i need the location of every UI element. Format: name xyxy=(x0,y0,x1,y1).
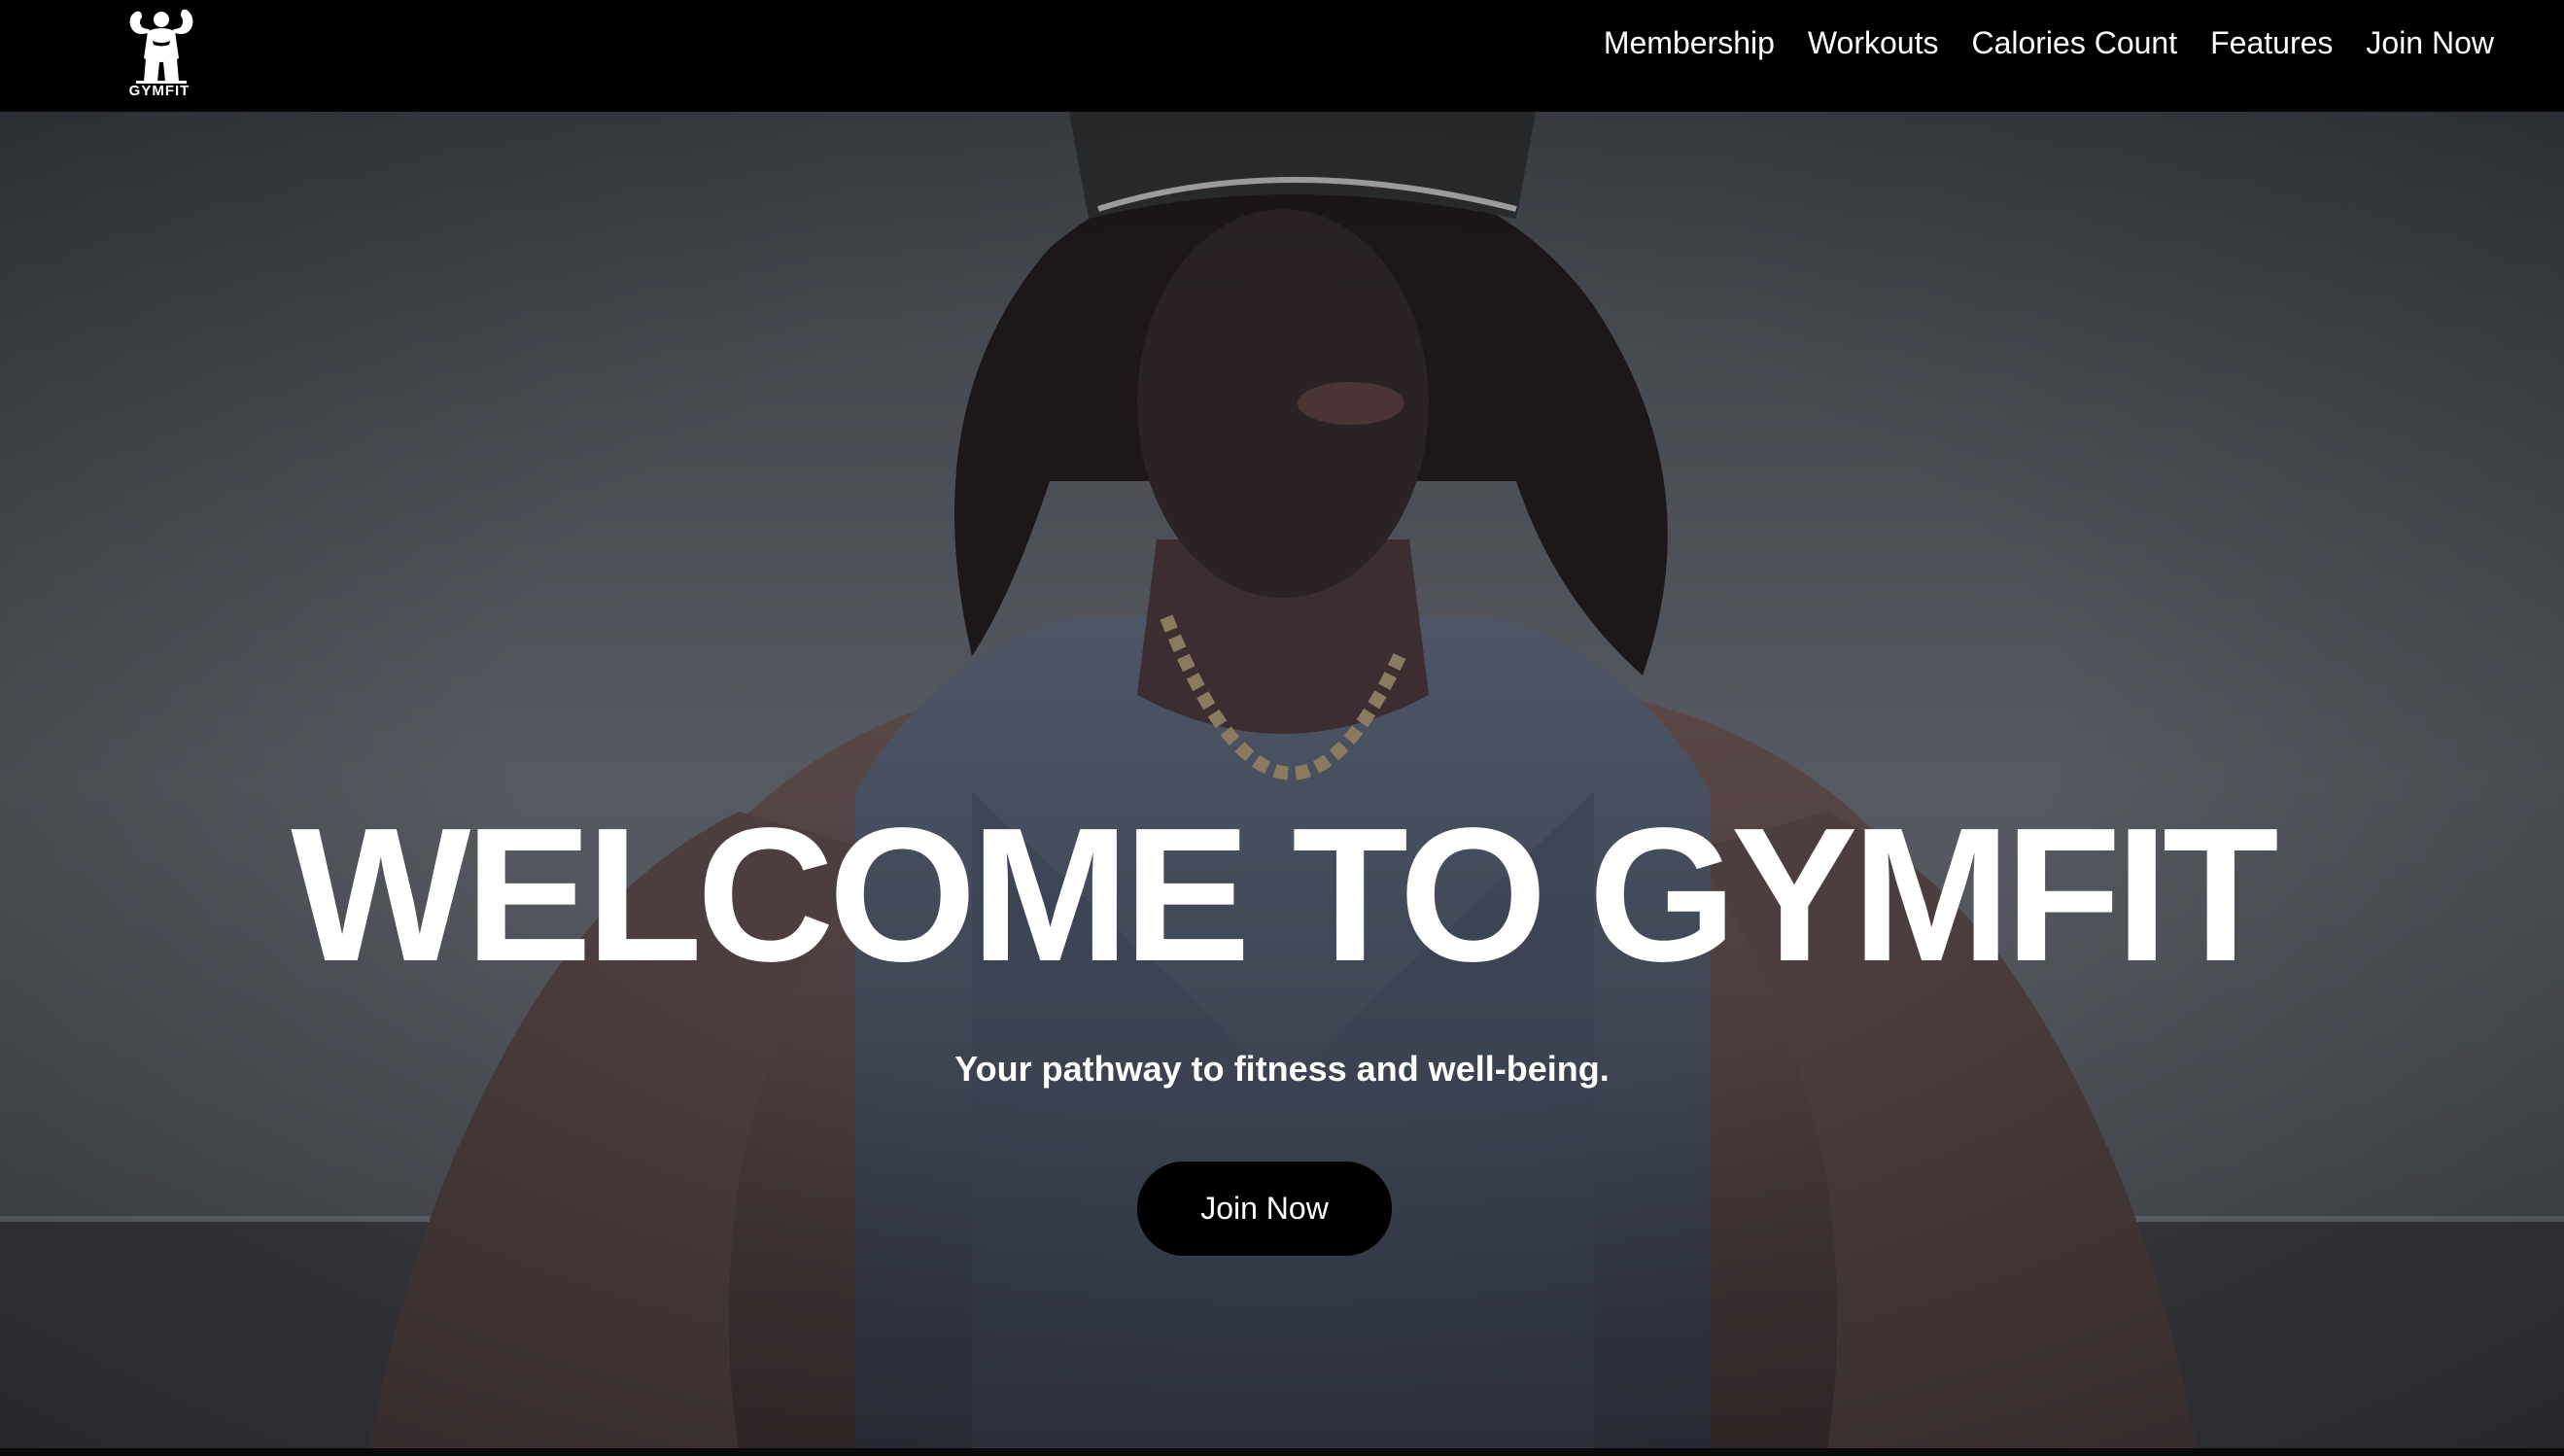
nav-workouts[interactable]: Workouts xyxy=(1808,25,1939,61)
nav-calories-count[interactable]: Calories Count xyxy=(1971,25,2177,61)
gymfit-logo[interactable]: GYMFIT xyxy=(109,2,210,103)
join-now-button[interactable]: Join Now xyxy=(1137,1161,1392,1256)
nav-features[interactable]: Features xyxy=(2210,25,2333,61)
bottom-edge xyxy=(0,1448,2564,1456)
top-navbar: GYMFIT Membership Workouts Calories Coun… xyxy=(0,0,2564,112)
bodybuilder-icon xyxy=(129,9,193,84)
nav-membership[interactable]: Membership xyxy=(1604,25,1775,61)
hero-section: WELCOME TO GYMFIT Your pathway to fitnes… xyxy=(0,112,2564,1448)
logo-text: GYMFIT xyxy=(128,83,191,99)
main-nav: Membership Workouts Calories Count Featu… xyxy=(1604,0,2494,86)
nav-join-now[interactable]: Join Now xyxy=(2366,25,2494,61)
hero-subtitle: Your pathway to fitness and well-being. xyxy=(954,1049,1610,1089)
hero-title: WELCOME TO GYMFIT xyxy=(291,788,2278,1001)
